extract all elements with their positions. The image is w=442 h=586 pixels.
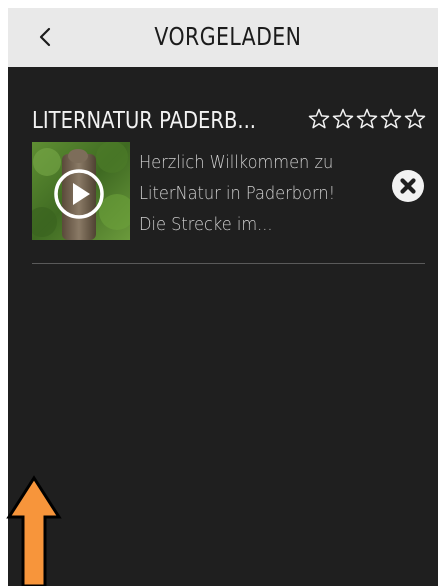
description-line: Die Strecke im... bbox=[139, 214, 273, 235]
star-outline-icon bbox=[356, 108, 378, 129]
star-outline-icon bbox=[404, 108, 426, 129]
item-divider bbox=[32, 263, 425, 264]
star-outline-icon bbox=[380, 108, 402, 129]
star-rating bbox=[307, 107, 427, 131]
tour-thumbnail[interactable] bbox=[32, 142, 130, 240]
tour-title: LITERNATUR PADERB... bbox=[32, 108, 257, 134]
tour-description: Herzlich Willkommen zu LiterNatur in Pad… bbox=[139, 147, 389, 240]
downloaded-tour-item[interactable]: LITERNATUR PADERB... Herzlich Willkommen… bbox=[8, 67, 438, 267]
description-line: Herzlich Willkommen zu bbox=[139, 152, 334, 173]
star-outline-icon bbox=[332, 108, 354, 129]
app-screen: VORGELADEN LITERNATUR PADERB... Herzlich… bbox=[8, 8, 438, 586]
page-title: VORGELADEN bbox=[154, 22, 302, 51]
description-line: LiterNatur in Paderborn! bbox=[139, 183, 336, 204]
arrow-up-icon bbox=[6, 475, 62, 586]
star-outline-icon bbox=[308, 108, 330, 129]
header-bar: VORGELADEN bbox=[8, 8, 438, 67]
remove-download-button[interactable] bbox=[391, 169, 425, 203]
play-icon[interactable] bbox=[53, 168, 105, 220]
